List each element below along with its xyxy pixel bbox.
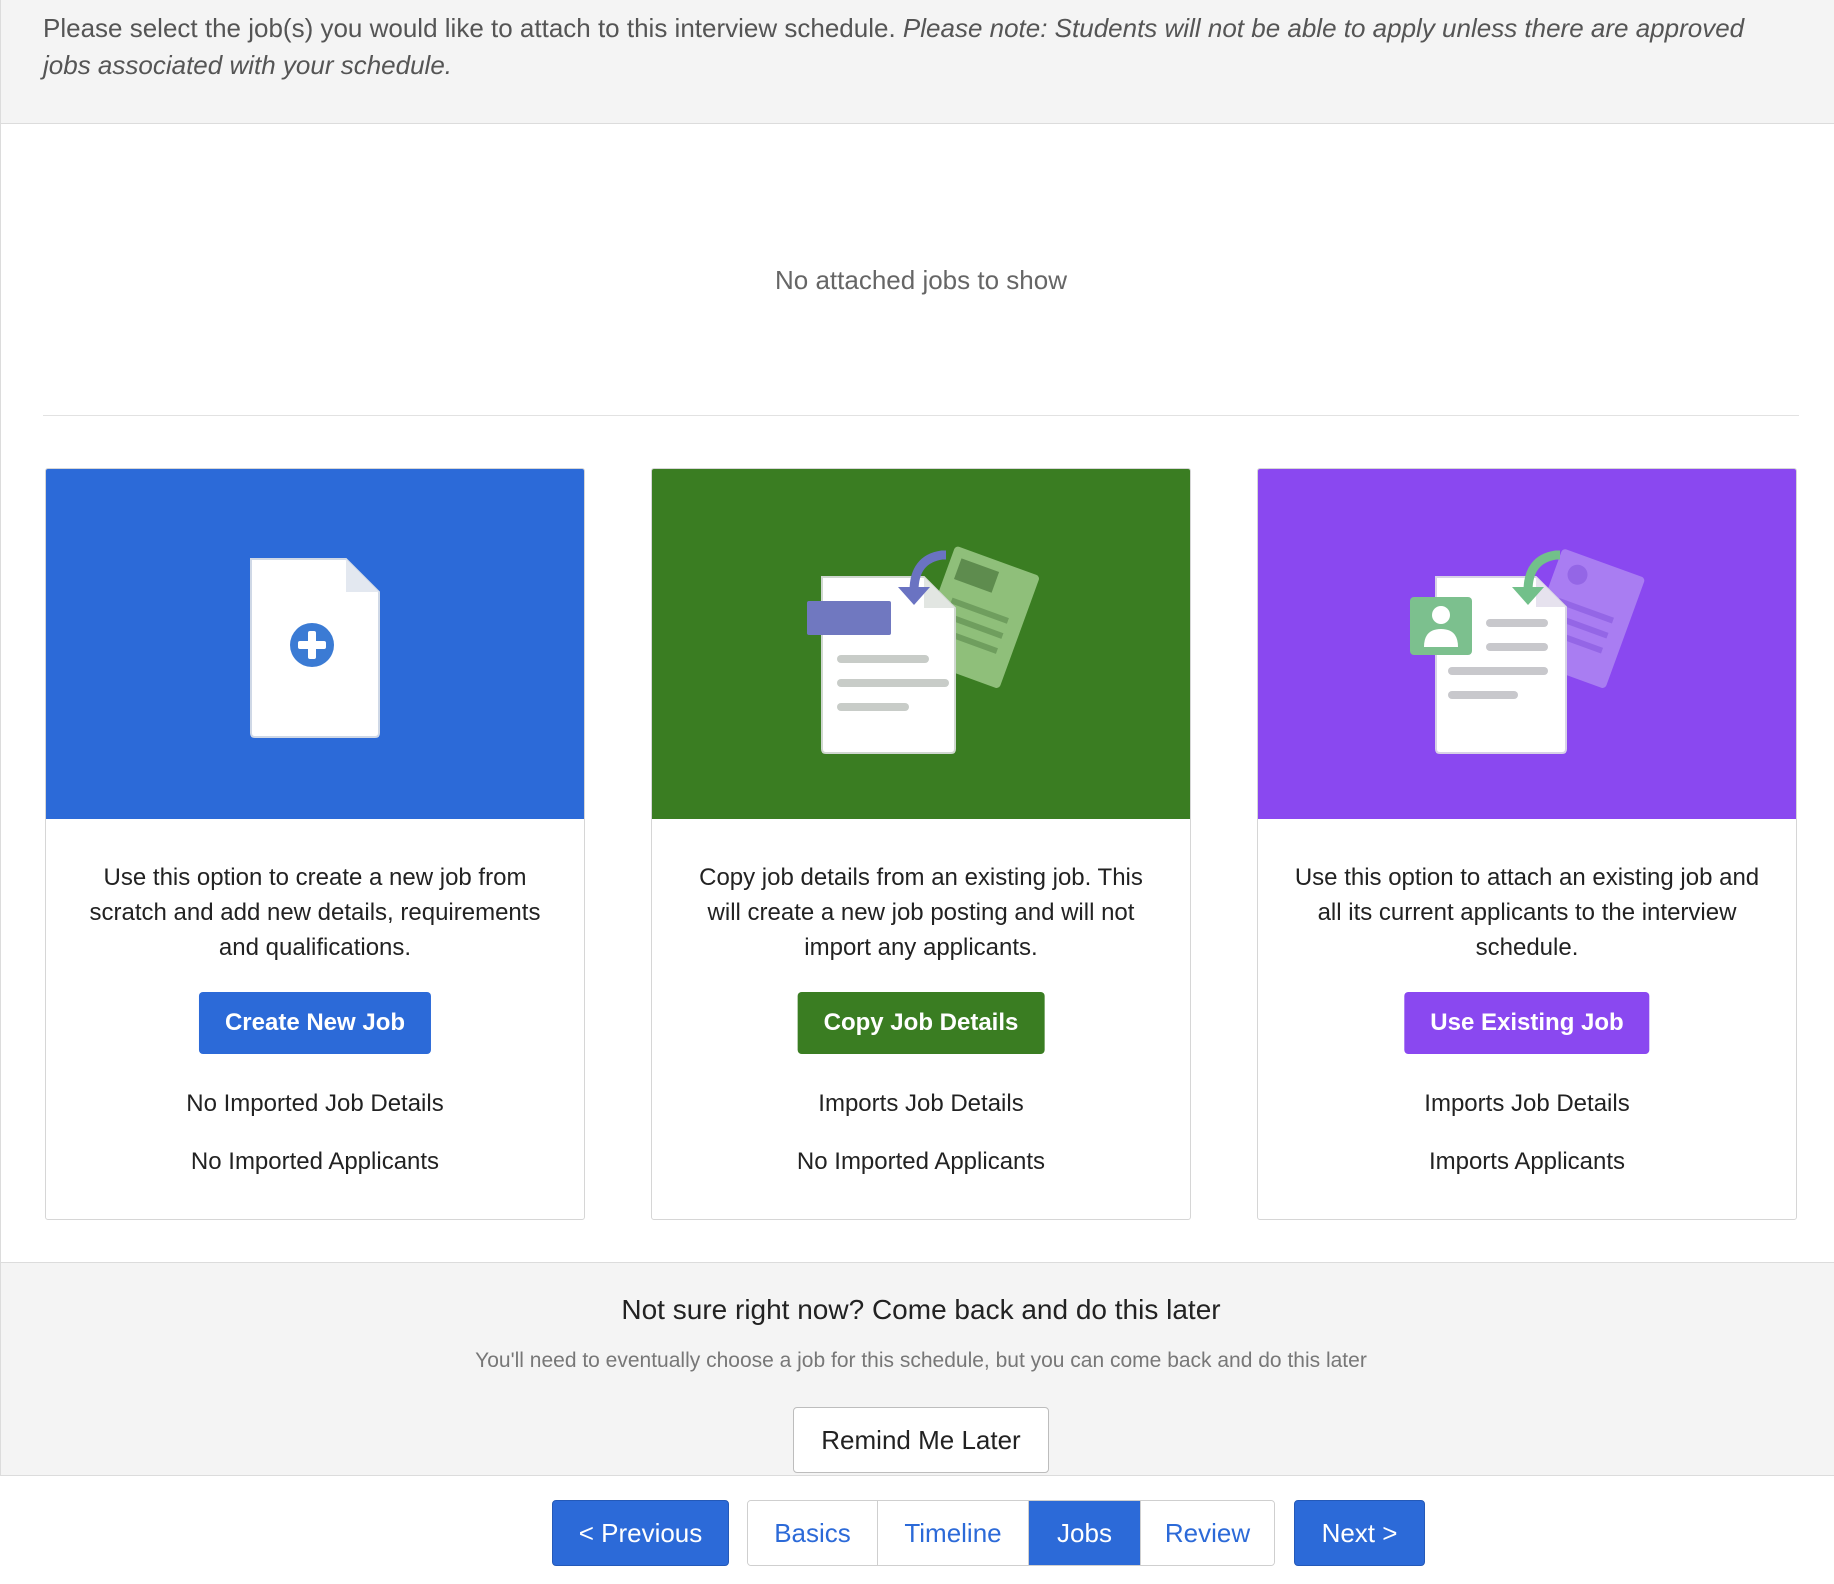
remind-later-subtitle: You'll need to eventually choose a job f… bbox=[475, 1349, 1367, 1372]
use-existing-job-applicants-note: Imports Applicants bbox=[1428, 1148, 1626, 1175]
jobs-panel: No attached jobs to show Use this option… bbox=[0, 124, 1834, 1262]
use-existing-job-button[interactable]: Use Existing Job bbox=[1404, 992, 1650, 1054]
create-new-job-description: Use this option to create a new job from… bbox=[89, 864, 541, 961]
copy-document-icon bbox=[807, 546, 1039, 754]
step-basics[interactable]: Basics bbox=[748, 1501, 878, 1565]
instructions-text: Please select the job(s) you would like … bbox=[43, 13, 903, 43]
remind-me-later-button[interactable]: Remind Me Later bbox=[793, 1407, 1049, 1473]
step-review[interactable]: Review bbox=[1141, 1501, 1274, 1565]
copy-job-details-description: Copy job details from an existing job. T… bbox=[699, 864, 1143, 961]
use-existing-job-details-note: Imports Job Details bbox=[1424, 1090, 1630, 1117]
empty-jobs-message: No attached jobs to show bbox=[775, 265, 1067, 295]
remind-later-panel: Not sure right now? Come back and do thi… bbox=[0, 1262, 1834, 1476]
create-new-job-card: Use this option to create a new job from… bbox=[45, 468, 585, 1220]
use-existing-job-hero bbox=[1258, 469, 1796, 819]
copy-job-details-applicants-note: No Imported Applicants bbox=[796, 1148, 1046, 1175]
new-document-plus-icon bbox=[250, 558, 380, 738]
remind-later-title: Not sure right now? Come back and do thi… bbox=[621, 1294, 1221, 1325]
create-new-job-hero bbox=[46, 469, 584, 819]
use-existing-job-card: Use this option to attach an existing jo… bbox=[1257, 468, 1797, 1220]
existing-document-applicant-icon bbox=[1410, 549, 1645, 754]
wizard-pager: < Previous Basics Timeline Jobs Review N… bbox=[0, 1500, 1834, 1566]
step-jobs[interactable]: Jobs bbox=[1029, 1501, 1141, 1565]
copy-job-details-details-note: Imports Job Details bbox=[818, 1090, 1024, 1117]
instructions-banner: Please select the job(s) you would like … bbox=[0, 0, 1834, 124]
create-new-job-details-note: No Imported Job Details bbox=[186, 1090, 444, 1117]
copy-job-details-button[interactable]: Copy Job Details bbox=[797, 992, 1045, 1054]
previous-button[interactable]: < Previous bbox=[552, 1500, 729, 1566]
create-new-job-applicants-note: No Imported Applicants bbox=[190, 1148, 440, 1175]
wizard-steps: Basics Timeline Jobs Review bbox=[747, 1500, 1275, 1566]
create-new-job-button[interactable]: Create New Job bbox=[198, 992, 432, 1054]
next-button[interactable]: Next > bbox=[1294, 1500, 1425, 1566]
copy-job-details-hero bbox=[652, 469, 1190, 819]
step-timeline[interactable]: Timeline bbox=[878, 1501, 1029, 1565]
use-existing-job-description: Use this option to attach an existing jo… bbox=[1294, 864, 1760, 961]
divider bbox=[43, 415, 1799, 416]
copy-job-details-card: Copy job details from an existing job. T… bbox=[651, 468, 1191, 1220]
